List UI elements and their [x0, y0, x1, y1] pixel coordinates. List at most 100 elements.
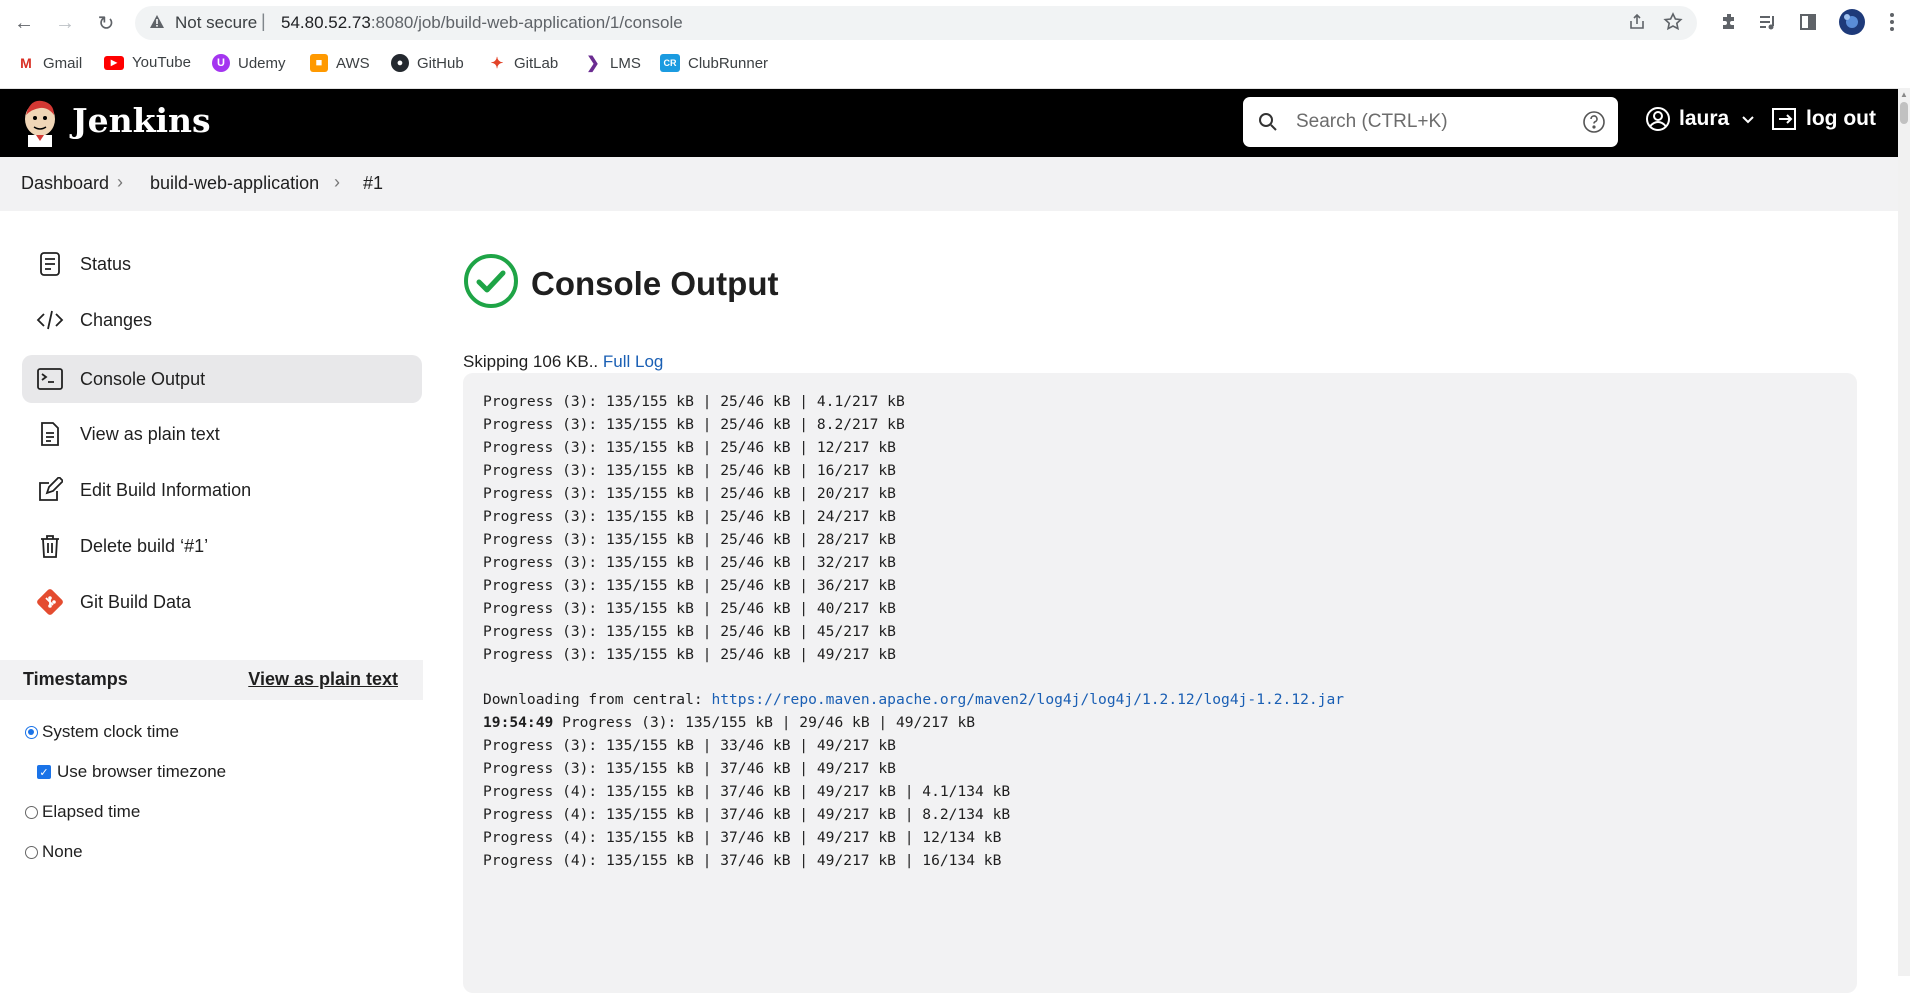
user-icon	[1646, 107, 1670, 131]
clubrunner-icon: CR	[660, 54, 680, 72]
bookmarks-bar: M Gmail ▶ YouTube U Udemy ■ AWS ● GitHub ✦ Git…	[0, 50, 1910, 80]
warning-icon	[149, 14, 165, 35]
log-line: Progress (3): 135/155 kB | 25/46 kB | 16…	[483, 462, 896, 479]
log-line: Progress (3): 135/155 kB | 25/46 kB | 49…	[483, 646, 896, 663]
download-line: Downloading from central: https://repo.m…	[483, 691, 1345, 708]
terminal-icon	[36, 365, 64, 393]
address-bar[interactable]: Not secure | 54.80.52.73:8080/job/build-…	[135, 6, 1697, 40]
task-delete-build[interactable]: Delete build ‘#1’	[22, 522, 422, 570]
back-icon[interactable]: ←	[10, 9, 38, 37]
success-check-icon	[463, 253, 519, 314]
menu-dots-icon[interactable]	[1880, 10, 1904, 34]
git-icon	[36, 588, 64, 616]
log-line: Progress (3): 135/155 kB | 25/46 kB | 24…	[483, 508, 896, 525]
scroll-up-icon[interactable]: ▲	[1900, 90, 1908, 99]
code-icon	[36, 306, 64, 334]
bookmark-gmail[interactable]: M Gmail	[17, 54, 82, 72]
bookmark-gitlab[interactable]: ✦ GitLab	[488, 54, 559, 73]
radio-system-clock[interactable]	[25, 725, 38, 739]
url-text[interactable]: 54.80.52.73:8080/job/build-web-applicati…	[281, 13, 683, 33]
bookmark-star-icon[interactable]	[1663, 12, 1683, 37]
task-changes[interactable]: Changes	[22, 296, 422, 344]
bookmark-clubrunner[interactable]: CR ClubRunner	[660, 54, 768, 72]
timestamp: 19:54:49	[483, 714, 554, 731]
radio-elapsed-time[interactable]	[25, 805, 38, 819]
user-name: laura	[1679, 107, 1730, 130]
timestamps-title: Timestamps	[23, 669, 128, 689]
edit-icon	[36, 476, 64, 504]
console-output: Progress (3): 135/155 kB | 25/46 kB | 4.…	[463, 373, 1857, 993]
timestamped-line: 19:54:49 Progress (3): 135/155 kB | 29/4…	[483, 714, 976, 731]
separator: |	[261, 11, 266, 31]
lms-icon: ❯	[586, 55, 600, 72]
reload-icon[interactable]: ↻	[92, 9, 120, 37]
bookmark-aws[interactable]: ■ AWS	[310, 54, 370, 72]
jenkins-header: Jenkins Search (CTRL+K) laura log out	[0, 89, 1898, 157]
log-line: Progress (3): 135/155 kB | 25/46 kB | 12…	[483, 439, 896, 456]
vertical-scrollbar[interactable]: ▲	[1898, 88, 1910, 976]
option-elapsed-time[interactable]: Elapsed time	[25, 802, 140, 822]
media-icon[interactable]	[1756, 10, 1780, 34]
extensions-icon[interactable]	[1717, 10, 1741, 34]
share-icon[interactable]	[1627, 12, 1647, 37]
page-title: Console Output	[463, 253, 778, 314]
task-status[interactable]: Status	[22, 240, 422, 288]
download-url-link[interactable]: https://repo.maven.apache.org/maven2/log…	[711, 691, 1344, 708]
log-line: Progress (3): 135/155 kB | 25/46 kB | 45…	[483, 623, 896, 640]
jenkins-logo-icon[interactable]	[20, 97, 62, 152]
chevron-down-icon	[1742, 116, 1754, 124]
udemy-icon: U	[212, 54, 230, 72]
bookmark-github[interactable]: ● GitHub	[391, 54, 464, 72]
document-icon	[36, 250, 64, 278]
chevron-right-icon: ›	[334, 172, 340, 192]
timestamps-header: Timestamps View as plain text	[0, 660, 423, 700]
text-file-icon	[36, 420, 64, 448]
option-none[interactable]: None	[25, 842, 83, 862]
scrollbar-thumb[interactable]	[1900, 102, 1908, 124]
full-log-link[interactable]: Full Log	[603, 352, 663, 371]
timestamps-plain-text-link[interactable]: View as plain text	[248, 669, 398, 690]
task-plain-text[interactable]: View as plain text	[22, 410, 422, 458]
log-line: Progress (4): 135/155 kB | 37/46 kB | 49…	[483, 852, 1002, 869]
help-icon[interactable]	[1582, 110, 1606, 139]
task-git-build-data[interactable]: Git Build Data	[22, 578, 422, 626]
log-line: Progress (3): 135/155 kB | 33/46 kB | 49…	[483, 737, 896, 754]
gmail-icon: M	[20, 55, 32, 71]
bookmark-youtube[interactable]: ▶ YouTube	[104, 54, 191, 71]
gitlab-icon: ✦	[490, 55, 504, 72]
option-system-clock[interactable]: System clock time	[25, 722, 179, 742]
breadcrumb-job[interactable]: build-web-application	[150, 173, 319, 194]
forward-icon[interactable]: →	[51, 9, 79, 37]
log-line: Progress (3): 135/155 kB | 37/46 kB | 49…	[483, 760, 896, 777]
log-line: Progress (3): 135/155 kB | 25/46 kB | 32…	[483, 554, 896, 571]
search-icon	[1257, 111, 1279, 138]
log-line: Progress (3): 135/155 kB | 25/46 kB | 28…	[483, 531, 896, 548]
log-line: Progress (3): 135/155 kB | 25/46 kB | 8.…	[483, 416, 905, 433]
breadcrumb-build[interactable]: #1	[363, 173, 383, 194]
task-console-output[interactable]: Console Output	[22, 355, 422, 403]
log-line: Progress (4): 135/155 kB | 37/46 kB | 49…	[483, 829, 1002, 846]
log-line: Progress (4): 135/155 kB | 37/46 kB | 49…	[483, 783, 1011, 800]
trash-icon	[36, 532, 64, 560]
logout-button[interactable]: log out	[1770, 106, 1876, 132]
log-line: Progress (3): 135/155 kB | 25/46 kB | 40…	[483, 600, 896, 617]
side-panel-icon[interactable]	[1796, 10, 1820, 34]
breadcrumb-dashboard[interactable]: Dashboard	[21, 173, 109, 194]
bookmark-udemy[interactable]: U Udemy	[212, 54, 286, 72]
youtube-icon: ▶	[104, 55, 124, 70]
github-icon: ●	[391, 54, 409, 72]
checkbox-browser-timezone[interactable]: ✓	[37, 765, 51, 779]
user-menu[interactable]: laura	[1645, 106, 1755, 132]
search-input[interactable]: Search (CTRL+K)	[1296, 111, 1448, 133]
security-label[interactable]: Not secure	[175, 13, 257, 33]
radio-none[interactable]	[25, 845, 38, 859]
task-edit-build-info[interactable]: Edit Build Information	[22, 466, 422, 514]
log-line: Progress (3): 135/155 kB | 25/46 kB | 36…	[483, 577, 896, 594]
chevron-right-icon: ›	[117, 172, 123, 192]
breadcrumb: Dashboard › build-web-application › #1	[0, 157, 1898, 211]
profile-avatar[interactable]	[1837, 7, 1867, 37]
app-title[interactable]: Jenkins	[72, 101, 211, 140]
bookmark-lms[interactable]: ❯ LMS	[584, 54, 641, 73]
option-browser-timezone[interactable]: ✓ Use browser timezone	[37, 762, 226, 782]
search-box[interactable]: Search (CTRL+K)	[1243, 97, 1618, 147]
